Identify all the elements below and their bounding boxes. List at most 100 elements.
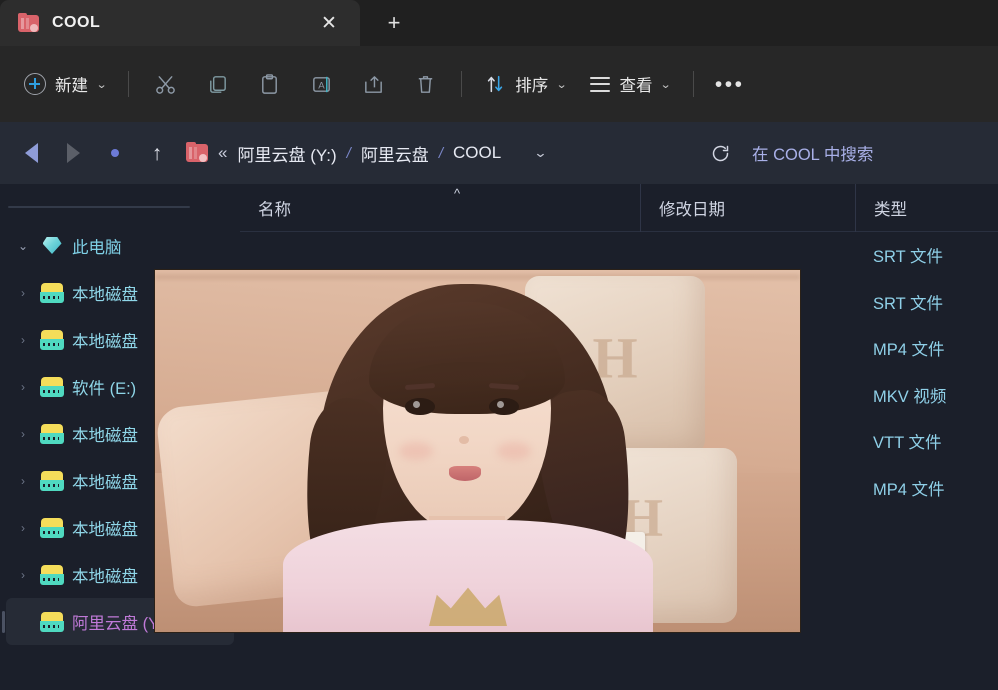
cut-button[interactable] — [139, 61, 191, 107]
chevron-right-icon[interactable]: › — [10, 474, 36, 488]
copy-button[interactable] — [191, 61, 243, 107]
drive-icon — [36, 564, 68, 585]
drive-icon — [36, 470, 68, 491]
sidebar-item-label: 本地磁盘 — [72, 426, 138, 445]
delete-button[interactable] — [399, 61, 451, 107]
share-button[interactable] — [347, 61, 399, 107]
chevron-down-icon[interactable]: ⌄ — [10, 239, 36, 253]
folder-icon — [186, 142, 208, 162]
photo-blush-right — [497, 442, 531, 460]
forward-button[interactable] — [52, 132, 94, 174]
recent-dot-icon — [111, 149, 119, 157]
folder-icon — [18, 12, 39, 32]
close-icon[interactable]: ✕ — [314, 8, 344, 38]
drive-icon — [36, 376, 68, 397]
breadcrumb-item-1[interactable]: 阿里云盘 — [361, 141, 429, 166]
breadcrumb-item-2[interactable]: COOL — [453, 143, 501, 163]
photo-sweater — [283, 520, 653, 632]
back-button[interactable] — [10, 132, 52, 174]
chevron-down-icon[interactable]: ⌄ — [534, 145, 548, 161]
breadcrumb-separator: / — [346, 144, 351, 162]
sidebar-item-label: 阿里云盘 (Y:) — [72, 614, 169, 633]
view-button[interactable]: 查看 ⌄ — [578, 62, 682, 106]
cell-type: VTT 文件 — [873, 434, 942, 453]
search-placeholder: 在 COOL 中搜索 — [752, 146, 874, 164]
more-dots-icon: ••• — [714, 72, 745, 96]
address-bar: ↑ « 阿里云盘 (Y:) / 阿里云盘 / COOL ⌄ 在 COOL 中搜索 — [0, 122, 998, 184]
sidebar-item-label: 本地磁盘 — [72, 520, 138, 539]
sort-button-label: 排序 — [515, 77, 549, 95]
column-headers: ^ 名称 修改日期 类型 — [240, 183, 998, 232]
sort-button[interactable]: 排序 ⌄ — [472, 62, 578, 106]
chevron-right-icon[interactable]: › — [10, 521, 36, 535]
up-button[interactable]: ↑ — [136, 132, 178, 174]
cell-type: MKV 视频 — [873, 387, 947, 406]
refresh-button[interactable] — [698, 132, 742, 174]
breadcrumb-overflow-icon[interactable]: « — [218, 143, 227, 163]
chevron-right-icon[interactable]: › — [10, 568, 36, 582]
photo-eye-left — [405, 398, 435, 415]
chevron-right-icon[interactable]: › — [10, 333, 36, 347]
svg-text:A: A — [318, 80, 325, 91]
new-button-label: 新建 — [55, 77, 88, 95]
sidebar-item-label: 本地磁盘 — [72, 473, 138, 492]
sidebar-item-label: 此电脑 — [72, 238, 122, 257]
rename-button[interactable]: A — [295, 61, 347, 107]
photo-sweater-crown-motif — [429, 587, 507, 626]
search-input[interactable]: 在 COOL 中搜索 — [752, 132, 988, 174]
drive-icon — [36, 517, 68, 538]
new-button[interactable]: 新建 ⌄ — [12, 62, 118, 106]
new-tab-button[interactable]: + — [372, 3, 416, 43]
hamburger-icon — [590, 76, 611, 92]
column-header-name[interactable]: 名称 — [240, 184, 640, 232]
drive-icon — [36, 329, 68, 350]
photo-eye-right — [489, 398, 519, 415]
photo-blush-left — [399, 442, 433, 460]
photo-nose — [459, 436, 469, 444]
tab-cool[interactable]: COOL ✕ — [0, 0, 360, 46]
chevron-right-icon[interactable]: › — [10, 427, 36, 441]
breadcrumb-separator: / — [438, 144, 443, 162]
tab-title: COOL — [52, 14, 101, 31]
forward-arrow-icon — [66, 143, 80, 163]
sidebar-item-this-pc[interactable]: ⌄ 此电脑 — [0, 222, 240, 269]
drive-icon — [36, 611, 68, 632]
diamond-icon — [36, 237, 68, 254]
cell-type: SRT 文件 — [873, 248, 943, 267]
chevron-right-icon[interactable]: › — [10, 380, 36, 394]
drive-icon — [36, 423, 68, 444]
cell-type: MP4 文件 — [873, 341, 945, 360]
sidebar-divider — [8, 206, 190, 208]
plus-circle-icon — [24, 73, 46, 95]
divider — [461, 71, 463, 97]
image-preview-overlay[interactable] — [155, 270, 800, 632]
refresh-icon — [712, 145, 728, 161]
back-arrow-icon — [24, 143, 38, 163]
chevron-down-icon: ⌄ — [95, 78, 108, 91]
recent-locations-button[interactable] — [94, 132, 136, 174]
sidebar-item-label: 本地磁盘 — [72, 567, 138, 586]
sidebar-item-label: 本地磁盘 — [72, 285, 138, 304]
chevron-right-icon[interactable]: › — [10, 286, 36, 300]
paste-button[interactable] — [243, 61, 295, 107]
photo-mouth — [449, 466, 481, 481]
breadcrumb-item-0[interactable]: 阿里云盘 (Y:) — [237, 141, 336, 166]
tab-strip: COOL ✕ + — [0, 0, 998, 46]
photo-person — [283, 270, 653, 632]
up-arrow-icon: ↑ — [151, 141, 163, 165]
column-header-type[interactable]: 类型 — [855, 183, 998, 232]
sidebar-item-label: 软件 (E:) — [72, 379, 137, 398]
breadcrumb[interactable]: « 阿里云盘 (Y:) / 阿里云盘 / COOL ⌄ — [178, 132, 672, 174]
cell-type: SRT 文件 — [873, 294, 943, 313]
chevron-down-icon: ⌄ — [660, 78, 672, 91]
sort-arrows-icon — [488, 75, 503, 93]
view-button-label: 查看 — [619, 77, 653, 95]
more-options-button[interactable]: ••• — [704, 61, 756, 107]
sidebar-item-label: 本地磁盘 — [72, 332, 138, 351]
command-bar: 新建 ⌄ A 排序 ⌄ 查看 ⌄ ••• — [0, 46, 998, 122]
divider — [128, 71, 130, 97]
divider — [692, 71, 694, 97]
drive-icon — [36, 282, 68, 303]
chevron-down-icon: ⌄ — [556, 78, 568, 91]
column-header-date[interactable]: 修改日期 — [640, 183, 855, 232]
